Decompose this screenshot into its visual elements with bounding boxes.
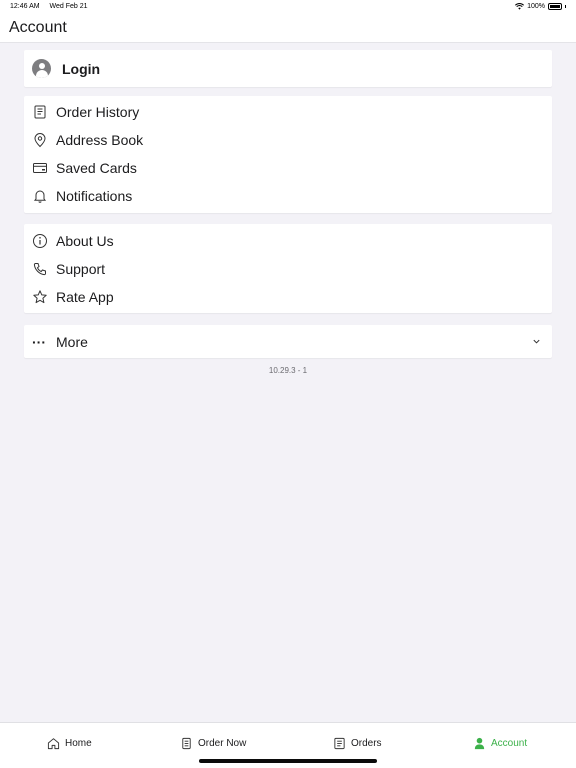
user-circle-icon: [32, 59, 51, 78]
menu-label-about-us: About Us: [56, 233, 114, 249]
orders-list-icon: [334, 737, 345, 750]
phone-icon: [32, 261, 48, 277]
status-right: 100%: [515, 3, 566, 10]
menu-item-about-us[interactable]: About Us: [32, 231, 114, 251]
menu-item-saved-cards[interactable]: Saved Cards: [32, 158, 137, 178]
menu-item-address-book[interactable]: Address Book: [32, 130, 143, 150]
wifi-icon: [515, 3, 525, 10]
status-time: 12:46 AM: [10, 3, 40, 10]
tab-home-label: Home: [65, 738, 92, 749]
page-header: Account: [0, 14, 576, 43]
info-icon: [32, 233, 48, 249]
menu-item-support[interactable]: Support: [32, 259, 105, 279]
menu-label-order-history: Order History: [56, 104, 140, 120]
page-title: Account: [9, 19, 67, 36]
menu-label-saved-cards: Saved Cards: [56, 160, 137, 176]
credit-card-icon: [32, 160, 48, 176]
tab-account[interactable]: Account: [473, 737, 527, 750]
battery-icon: [548, 3, 562, 10]
tab-orders[interactable]: Orders: [333, 737, 382, 750]
more-section[interactable]: ··· More: [24, 325, 552, 358]
tab-orders-label: Orders: [351, 738, 382, 749]
menu-item-rate-app[interactable]: Rate App: [32, 287, 114, 307]
status-date: Wed Feb 21: [49, 3, 88, 10]
tab-order-now-label: Order Now: [198, 738, 247, 749]
status-left: 12:46 AM Wed Feb 21: [10, 3, 96, 10]
menu-label-support: Support: [56, 261, 106, 277]
star-icon: [32, 289, 48, 305]
login-label: Login: [62, 60, 101, 77]
status-bar: 12:46 AM Wed Feb 21 100%: [0, 0, 576, 14]
login-row[interactable]: Login: [32, 59, 100, 78]
user-icon: [474, 737, 485, 750]
menu-item-notifications[interactable]: Notifications: [32, 186, 132, 206]
home-indicator: [199, 759, 377, 763]
menu-label-rate-app: Rate App: [56, 289, 114, 305]
app-version: 10.29.3 - 1: [268, 366, 308, 375]
account-menu-group-2: About Us Support Rate App: [24, 224, 552, 313]
account-menu-group-1: Order History Address Book Saved Cards N…: [24, 96, 552, 213]
location-pin-icon: [32, 132, 48, 148]
more-label: More: [56, 334, 88, 350]
battery-percent: 100%: [527, 3, 545, 10]
tab-order-now[interactable]: Order Now: [180, 737, 246, 750]
tab-account-label: Account: [491, 738, 528, 749]
battery-cap: [565, 5, 566, 8]
more-row[interactable]: ··· More: [32, 332, 88, 352]
bell-icon: [32, 188, 48, 204]
menu-label-notifications: Notifications: [56, 188, 133, 204]
ellipsis-icon: ···: [32, 334, 46, 350]
login-card[interactable]: Login: [24, 50, 552, 87]
chevron-down-icon[interactable]: [532, 337, 541, 346]
receipt-icon: [32, 104, 48, 120]
menu-item-order-history[interactable]: Order History: [32, 102, 139, 122]
menu-document-icon: [182, 737, 191, 750]
home-icon: [47, 738, 60, 750]
menu-label-address-book: Address Book: [56, 132, 144, 148]
tab-home[interactable]: Home: [47, 737, 92, 750]
